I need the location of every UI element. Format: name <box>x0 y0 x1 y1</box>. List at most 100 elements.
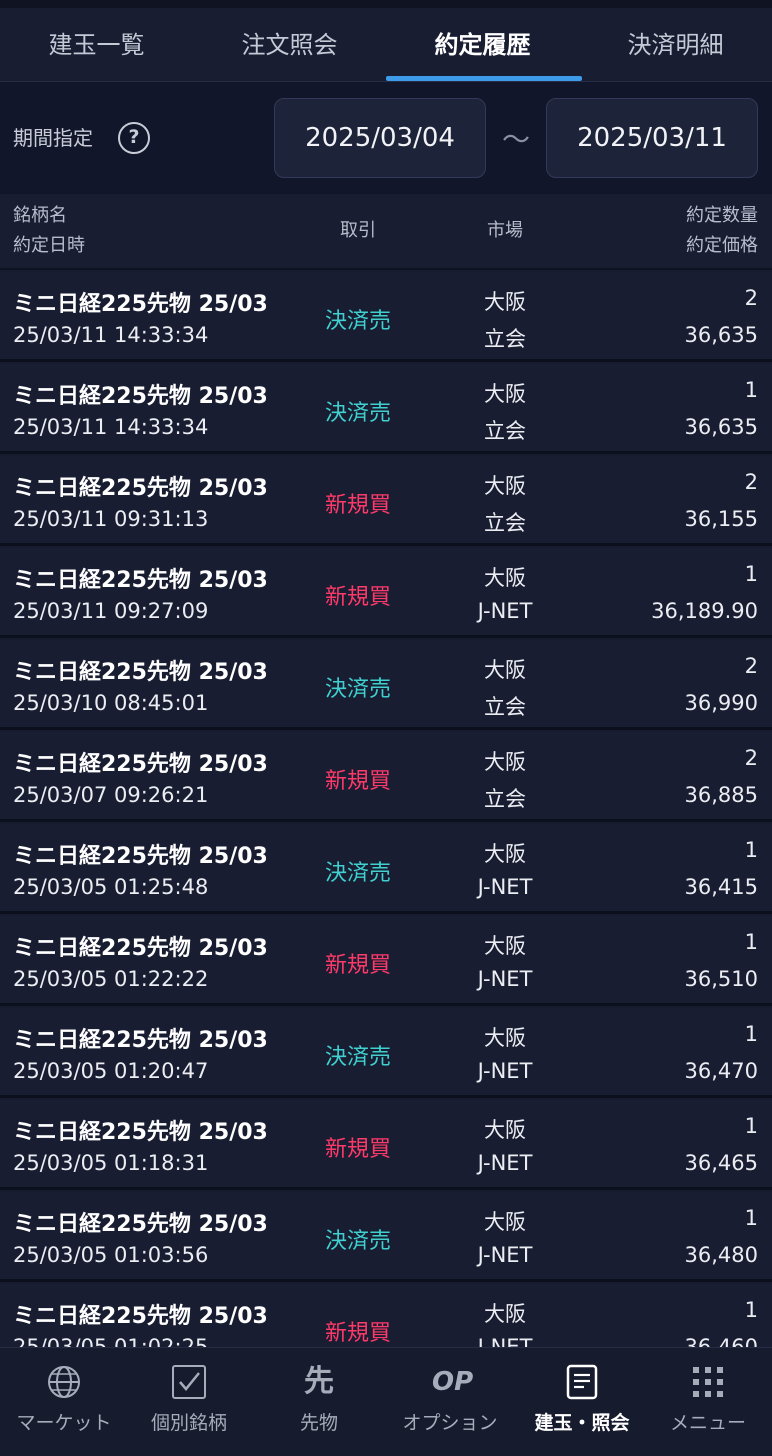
nav-label: 個別銘柄 <box>150 1412 227 1434</box>
market-exchange: 大阪 <box>484 1210 526 1234</box>
header-quantity: 約定数量 <box>686 205 758 226</box>
execution-quantity: 2 <box>744 286 758 310</box>
nav-individual-stock[interactable]: 個別銘柄 <box>125 1348 253 1456</box>
execution-price: 36,155 <box>684 507 758 531</box>
header-symbol: 銘柄名 <box>13 205 67 226</box>
help-icon[interactable]: ? <box>118 122 150 154</box>
status-strip <box>0 0 772 8</box>
execution-datetime: 25/03/11 09:31:13 <box>13 507 209 531</box>
execution-datetime: 25/03/05 01:02:25 <box>13 1335 209 1347</box>
symbol-name: ミニ日経225先物 25/03 <box>13 660 268 685</box>
nav-market[interactable]: マーケット <box>0 1348 128 1456</box>
table-row[interactable]: ミニ日経225先物 25/03 25/03/05 01:22:22 新規買 大阪 J-N… <box>0 916 772 1006</box>
nav-options[interactable]: OP オプション <box>386 1348 514 1456</box>
execution-price: 36,460 <box>684 1335 758 1347</box>
symbol-name: ミニ日経225先物 25/03 <box>13 1304 268 1329</box>
market-exchange: 大阪 <box>484 1026 526 1050</box>
execution-quantity: 1 <box>744 1206 758 1230</box>
nav-menu[interactable]: メニュー <box>644 1348 772 1456</box>
symbol-name: ミニ日経225先物 25/03 <box>13 1212 268 1237</box>
table-row[interactable]: ミニ日経225先物 25/03 25/03/07 09:26:21 新規買 大阪 立会 2… <box>0 732 772 822</box>
market-session: 立会 <box>484 327 526 351</box>
table-row[interactable]: ミニ日経225先物 25/03 25/03/05 01:18:31 新規買 大阪 J-N… <box>0 1100 772 1190</box>
market-session: J-NET <box>477 875 533 899</box>
table-row[interactable]: ミニ日経225先物 25/03 25/03/11 09:27:09 新規買 大阪 J-N… <box>0 548 772 638</box>
market-session: J-NET <box>477 1243 533 1267</box>
market-session: 立会 <box>484 511 526 535</box>
date-from-field[interactable]: 2025/03/04 <box>274 98 486 178</box>
market-session: J-NET <box>477 599 533 623</box>
execution-price: 36,510 <box>684 967 758 991</box>
nav-label: オプション <box>402 1412 498 1434</box>
trade-type: 決済売 <box>324 1045 391 1070</box>
symbol-name: ミニ日経225先物 25/03 <box>13 1028 268 1053</box>
market-session: J-NET <box>477 1151 533 1175</box>
nav-positions-inquiry[interactable]: 建玉・照会 <box>518 1348 646 1456</box>
execution-price: 36,635 <box>684 323 758 347</box>
execution-datetime: 25/03/10 08:45:01 <box>13 691 209 715</box>
table-row[interactable]: ミニ日経225先物 25/03 25/03/05 01:02:25 新規買 大阪 J-N… <box>0 1284 772 1347</box>
active-tab-indicator <box>386 76 582 81</box>
market-exchange: 大阪 <box>484 934 526 958</box>
table-row[interactable]: ミニ日経225先物 25/03 25/03/11 09:31:13 新規買 大阪 立会 2… <box>0 456 772 546</box>
market-exchange: 大阪 <box>484 566 526 590</box>
market-exchange: 大阪 <box>484 1302 526 1326</box>
execution-datetime: 25/03/11 09:27:09 <box>13 599 209 623</box>
date-range-separator: ～ <box>501 123 530 156</box>
symbol-name: ミニ日経225先物 25/03 <box>13 844 268 869</box>
date-to-field[interactable]: 2025/03/11 <box>546 98 758 178</box>
nav-label: メニュー <box>669 1412 746 1434</box>
header-market: 市場 <box>487 220 523 241</box>
table-row[interactable]: ミニ日経225先物 25/03 25/03/05 01:20:47 決済売 大阪 J-N… <box>0 1008 772 1098</box>
execution-quantity: 1 <box>744 1114 758 1138</box>
execution-datetime: 25/03/07 09:26:21 <box>13 783 209 807</box>
market-exchange: 大阪 <box>484 842 526 866</box>
table-row[interactable]: ミニ日経225先物 25/03 25/03/10 08:45:01 決済売 大阪 立会 2… <box>0 640 772 730</box>
market-exchange: 大阪 <box>484 1118 526 1142</box>
bottom-navigation: マーケット 個別銘柄 先 先物 OP オプション 建玉・照会 メニュー <box>0 1347 772 1456</box>
globe-icon <box>48 1366 80 1398</box>
table-row[interactable]: ミニ日経225先物 25/03 25/03/05 01:25:48 決済売 大阪 J-N… <box>0 824 772 914</box>
trade-type: 決済売 <box>324 1229 391 1254</box>
document-icon <box>566 1364 598 1400</box>
nav-futures[interactable]: 先 先物 <box>255 1348 383 1456</box>
market-session: 立会 <box>484 787 526 811</box>
symbol-name: ミニ日経225先物 25/03 <box>13 292 268 317</box>
tab-positions[interactable]: 建玉一覧 <box>0 8 193 82</box>
trade-type: 新規買 <box>324 953 391 978</box>
market-session: J-NET <box>477 1059 533 1083</box>
header-trade: 取引 <box>340 220 376 241</box>
trade-type: 新規買 <box>324 1137 391 1162</box>
tab-settlement-details[interactable]: 決済明細 <box>579 8 772 82</box>
market-session: J-NET <box>477 1335 533 1347</box>
execution-price: 36,189.90 <box>651 599 758 623</box>
tab-execution-history[interactable]: 約定履歴 <box>386 8 579 82</box>
table-row[interactable]: ミニ日経225先物 25/03 25/03/11 14:33:34 決済売 大阪 立会 1… <box>0 364 772 454</box>
table-row[interactable]: ミニ日経225先物 25/03 25/03/11 14:33:34 決済売 大阪 立会 2… <box>0 272 772 362</box>
tab-order-inquiry[interactable]: 注文照会 <box>193 8 386 82</box>
execution-price: 36,465 <box>684 1151 758 1175</box>
header-datetime: 約定日時 <box>13 235 85 256</box>
market-exchange: 大阪 <box>484 658 526 682</box>
market-exchange: 大阪 <box>484 290 526 314</box>
table-row[interactable]: ミニ日経225先物 25/03 25/03/05 01:03:56 決済売 大阪 J-N… <box>0 1192 772 1282</box>
execution-datetime: 25/03/11 14:33:34 <box>13 323 209 347</box>
symbol-name: ミニ日経225先物 25/03 <box>13 384 268 409</box>
execution-datetime: 25/03/05 01:03:56 <box>13 1243 209 1267</box>
execution-price: 36,990 <box>684 691 758 715</box>
execution-quantity: 1 <box>744 930 758 954</box>
table-header: 銘柄名 約定日時 取引 市場 約定数量 約定価格 <box>0 194 772 270</box>
execution-price: 36,415 <box>684 875 758 899</box>
symbol-name: ミニ日経225先物 25/03 <box>13 1120 268 1145</box>
period-filter: 期間指定 ? 2025/03/04 ～ 2025/03/11 <box>0 82 772 194</box>
execution-price: 36,470 <box>684 1059 758 1083</box>
execution-list[interactable]: ミニ日経225先物 25/03 25/03/11 14:33:34 決済売 大阪 立会 2… <box>0 272 772 1347</box>
trade-type: 新規買 <box>324 585 391 610</box>
market-session: 立会 <box>484 695 526 719</box>
market-exchange: 大阪 <box>484 382 526 406</box>
market-exchange: 大阪 <box>484 750 526 774</box>
execution-quantity: 1 <box>744 562 758 586</box>
execution-quantity: 1 <box>744 1298 758 1322</box>
execution-quantity: 2 <box>744 654 758 678</box>
trade-type: 決済売 <box>324 861 391 886</box>
